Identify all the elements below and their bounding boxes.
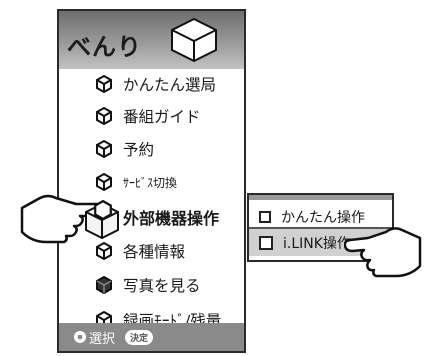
cube-outline-icon bbox=[171, 17, 217, 63]
cube-outline-icon bbox=[96, 107, 112, 125]
menu-item-label: 番組ガイド bbox=[123, 108, 201, 126]
cube-filled-icon bbox=[96, 276, 112, 294]
menu-item-label: 各種情報 bbox=[123, 243, 186, 261]
menu-panel: べんり かんたん選局 番組ガイド 予約 ｻｰﾋﾞｽ切換 外部機器操作 各種情報 … bbox=[57, 9, 246, 353]
footer-select-label: 選択 bbox=[89, 331, 116, 347]
menu-item-reservation[interactable]: 予約 bbox=[95, 136, 154, 162]
cube-outline-icon bbox=[96, 140, 112, 158]
menu-header: べんり bbox=[59, 11, 244, 69]
menu-item-label: 写真を見る bbox=[123, 277, 201, 295]
menu-item-label: かんたん選局 bbox=[123, 76, 217, 94]
menu-item-photo[interactable]: 写真を見る bbox=[95, 272, 201, 298]
menu-item-kantan-senkyoku[interactable]: かんたん選局 bbox=[95, 71, 216, 97]
menu-item-label: 外部機器操作 bbox=[123, 209, 220, 228]
enter-button-badge: 決定 bbox=[125, 329, 154, 345]
menu-footer: 選択 決定 bbox=[59, 323, 244, 351]
submenu-header bbox=[249, 195, 392, 200]
dpad-icon bbox=[74, 331, 86, 343]
menu-item-label: ｻｰﾋﾞｽ切換 bbox=[123, 175, 178, 190]
submenu-item-label: i.LINK操作 bbox=[283, 235, 351, 252]
menu-title: べんり bbox=[67, 33, 142, 61]
cube-outline-icon bbox=[96, 242, 112, 260]
menu-item-label: 予約 bbox=[123, 141, 155, 159]
cube-outline-icon bbox=[94, 200, 112, 220]
cube-outline-icon bbox=[96, 173, 112, 191]
checkbox-icon bbox=[259, 235, 273, 250]
menu-item-program-guide[interactable]: 番組ガイド bbox=[95, 103, 201, 129]
cube-outline-icon bbox=[96, 75, 112, 93]
checkbox-icon bbox=[259, 210, 271, 223]
pointing-hand-icon bbox=[344, 227, 422, 278]
